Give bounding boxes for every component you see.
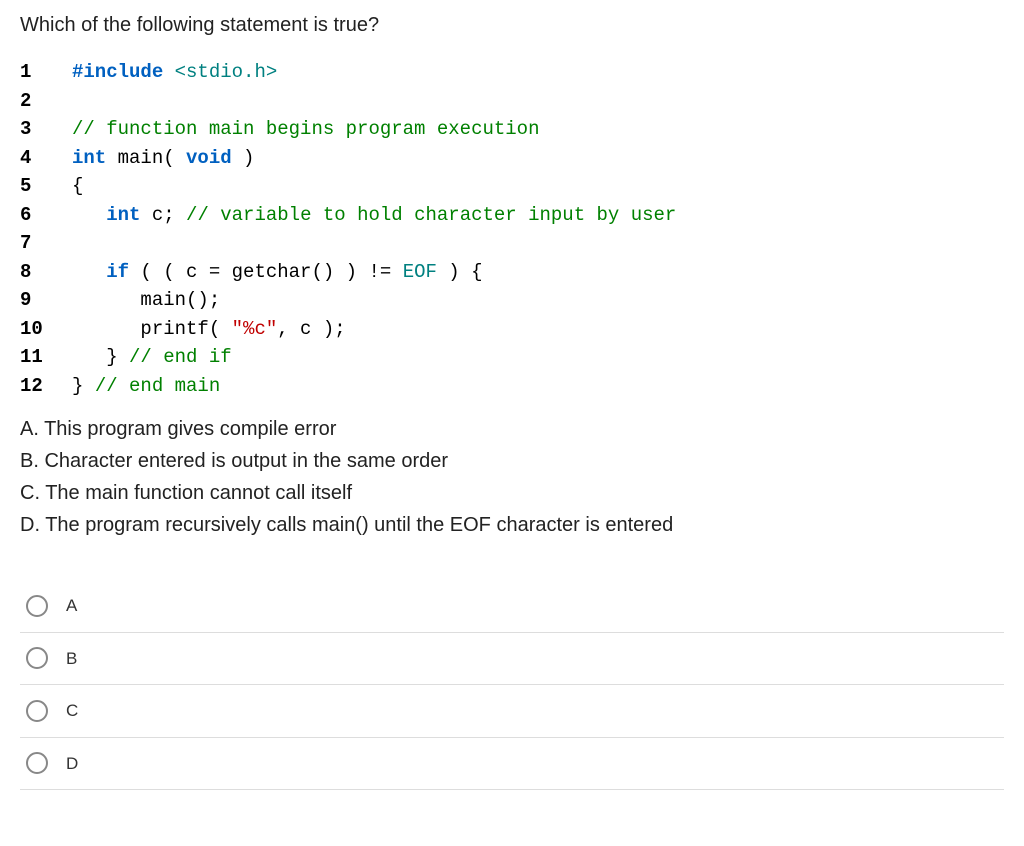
line-number: 9 (20, 286, 52, 315)
answer-option-d[interactable]: D (20, 738, 1004, 791)
code-line: 5{ (20, 172, 1004, 201)
answer-list: A BC D (20, 580, 1004, 790)
line-number: 10 (20, 315, 52, 344)
code-content: // function main begins program executio… (72, 115, 539, 144)
line-number: 7 (20, 229, 52, 258)
code-content: int main( void ) (72, 144, 254, 173)
code-line: 2 (20, 87, 1004, 116)
code-line: 1 #include <stdio.h> (20, 58, 1004, 87)
code-line: 4 int main( void ) (20, 144, 1004, 173)
code-line: 3 // function main begins program executi… (20, 115, 1004, 144)
answer-label: A (66, 593, 77, 619)
option-description: A. This program gives compile error (20, 414, 1004, 444)
line-number: 6 (20, 201, 52, 230)
code-content: int c; // variable to hold character inp… (72, 201, 676, 230)
code-line: 6 int c; // variable to hold character i… (20, 201, 1004, 230)
answer-descriptions: A. This program gives compile errorB. Ch… (20, 414, 1004, 540)
code-content: if ( ( c = getchar() ) != EOF ) { (72, 258, 483, 287)
question-text: Which of the following statement is true… (20, 10, 1004, 40)
radio-icon[interactable] (26, 595, 48, 617)
line-number: 12 (20, 372, 52, 401)
code-line: 7 (20, 229, 1004, 258)
answer-label: B (66, 646, 77, 672)
code-line: 12 } // end main (20, 372, 1004, 401)
code-content: { (72, 172, 83, 201)
line-number: 5 (20, 172, 52, 201)
code-line: 9 main(); (20, 286, 1004, 315)
code-line: 11 } // end if (20, 343, 1004, 372)
radio-icon[interactable] (26, 647, 48, 669)
code-line: 8 if ( ( c = getchar() ) != EOF ) { (20, 258, 1004, 287)
code-content: } // end if (72, 343, 232, 372)
answer-option-a[interactable]: A (20, 580, 1004, 633)
line-number: 2 (20, 87, 52, 116)
answer-option-c[interactable]: C (20, 685, 1004, 738)
answer-label: D (66, 751, 78, 777)
line-number: 8 (20, 258, 52, 287)
code-content: } // end main (72, 372, 220, 401)
answer-option-b[interactable]: B (20, 633, 1004, 686)
code-block: 1 #include <stdio.h> 23 // function main be… (20, 58, 1004, 400)
radio-icon[interactable] (26, 752, 48, 774)
option-description: D. The program recursively calls main() … (20, 510, 1004, 540)
radio-icon[interactable] (26, 700, 48, 722)
line-number: 4 (20, 144, 52, 173)
code-content: main(); (72, 286, 220, 315)
line-number: 3 (20, 115, 52, 144)
line-number: 1 (20, 58, 52, 87)
code-content: printf( "%c", c ); (72, 315, 346, 344)
code-line: 10 printf( "%c", c ); (20, 315, 1004, 344)
answer-label: C (66, 698, 78, 724)
option-description: C. The main function cannot call itself (20, 478, 1004, 508)
line-number: 11 (20, 343, 52, 372)
code-content: #include <stdio.h> (72, 58, 277, 87)
option-description: B. Character entered is output in the sa… (20, 446, 1004, 476)
